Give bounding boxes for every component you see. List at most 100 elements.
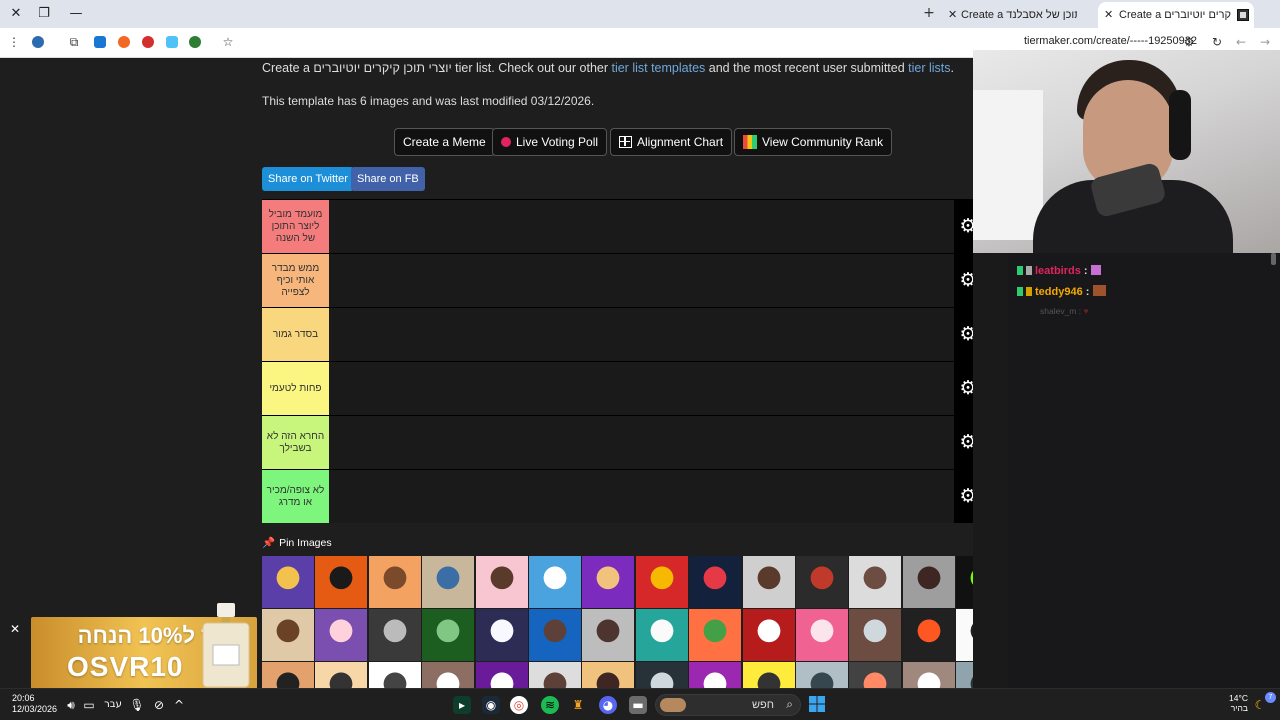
- tier-image-thumbnail[interactable]: [262, 556, 314, 608]
- tier-image-thumbnail[interactable]: [368, 662, 421, 688]
- tier-image-thumbnail[interactable]: [315, 609, 368, 661]
- steam-icon[interactable]: ◉: [482, 696, 500, 714]
- chat-scrollbar[interactable]: [1271, 253, 1276, 265]
- tier-label[interactable]: ממש מבדר אותי וכיף לצפייה: [262, 254, 329, 307]
- tier-image-thumbnail[interactable]: [635, 556, 688, 608]
- tier-image-thumbnail[interactable]: [902, 662, 955, 688]
- live-voting-poll-button[interactable]: Live Voting Poll: [492, 128, 608, 156]
- menu-kebab-icon[interactable]: ⋮: [6, 34, 22, 50]
- discord-icon[interactable]: ◕: [599, 696, 617, 714]
- address-bar[interactable]: tiermaker.com/create/-----19250932: [1024, 35, 1197, 47]
- extension-orange-icon[interactable]: [118, 36, 130, 48]
- tab-close-icon[interactable]: ✕: [1104, 2, 1113, 28]
- chat-username[interactable]: teddy946: [1035, 286, 1083, 298]
- tier-image-thumbnail[interactable]: [422, 609, 475, 661]
- tier-image-thumbnail[interactable]: [689, 609, 742, 661]
- tier-image-thumbnail[interactable]: [582, 662, 635, 688]
- tier-image-thumbnail[interactable]: [635, 609, 688, 661]
- tier-image-thumbnail[interactable]: [689, 556, 742, 608]
- forward-icon[interactable]: ←: [1233, 34, 1249, 50]
- tier-image-thumbnail[interactable]: [956, 662, 973, 688]
- clock[interactable]: 20:06 12/03/2026: [12, 693, 57, 715]
- tier-label[interactable]: בסדר גמור: [262, 308, 329, 361]
- minimize-window-icon[interactable]: —: [66, 4, 86, 24]
- tier-label[interactable]: מועמד מוביל ליוצר התוכן של השנה: [262, 200, 329, 253]
- ad-close-icon[interactable]: ✕: [8, 622, 22, 636]
- tier-image-thumbnail[interactable]: [582, 556, 635, 608]
- gear-icon[interactable]: ⚙: [958, 432, 973, 452]
- profile-avatar-icon[interactable]: [32, 36, 44, 48]
- tier-image-thumbnail[interactable]: [902, 556, 955, 608]
- weather-widget[interactable]: 14°C בהיר: [1228, 693, 1248, 713]
- tier-image-thumbnail[interactable]: [262, 662, 314, 688]
- tier-image-thumbnail[interactable]: [689, 662, 742, 688]
- windows-start-icon[interactable]: [808, 696, 826, 714]
- tier-image-thumbnail[interactable]: [956, 609, 973, 661]
- tier-image-thumbnail[interactable]: [422, 662, 475, 688]
- taskbar-search[interactable]: חפש ⌕: [655, 694, 801, 716]
- extension-blue-icon[interactable]: [94, 36, 106, 48]
- extensions-icon[interactable]: ⧉: [66, 34, 82, 50]
- share-twitter-button[interactable]: Share on Twitter: [262, 167, 354, 191]
- extension-red-icon[interactable]: [142, 36, 154, 48]
- notification-badge[interactable]: 7: [1265, 692, 1276, 703]
- tier-row[interactable]: לא צופה/מכיר או מדרג ⚙⌃⌄: [262, 469, 973, 523]
- close-window-icon[interactable]: ✕: [6, 4, 26, 24]
- tier-image-thumbnail[interactable]: [529, 556, 581, 608]
- tier-row[interactable]: ממש מבדר אותי וכיף לצפייה ⚙⌃⌄: [262, 253, 973, 307]
- chrome-icon[interactable]: ◎: [510, 696, 528, 714]
- tier-label[interactable]: לא צופה/מכיר או מדרג: [262, 470, 329, 523]
- tier-image-thumbnail[interactable]: [475, 556, 528, 608]
- back-icon[interactable]: →: [1257, 34, 1273, 50]
- tier-image-thumbnail[interactable]: [262, 609, 314, 661]
- gear-icon[interactable]: ⚙: [958, 216, 973, 236]
- app-pin-icon[interactable]: ♜: [569, 696, 587, 714]
- reload-icon[interactable]: ↻: [1209, 34, 1225, 50]
- tier-row[interactable]: פחות לטעמי ⚙⌃⌄: [262, 361, 973, 415]
- tier-image-thumbnail[interactable]: [368, 556, 421, 608]
- tier-image-thumbnail[interactable]: [796, 662, 848, 688]
- tier-image-thumbnail[interactable]: [849, 662, 902, 688]
- tier-image-thumbnail[interactable]: [742, 662, 795, 688]
- tier-image-thumbnail[interactable]: [902, 609, 955, 661]
- extension-cyan-icon[interactable]: [166, 36, 178, 48]
- share-facebook-button[interactable]: Share on FB: [351, 167, 425, 191]
- gear-icon[interactable]: ⚙: [958, 324, 973, 344]
- tab-close-icon[interactable]: ✕: [948, 2, 957, 28]
- tier-image-thumbnail[interactable]: [368, 609, 421, 661]
- extension-green-icon[interactable]: [189, 36, 201, 48]
- tier-label[interactable]: החרא הזה לא בשבילך: [262, 416, 329, 469]
- network-off-icon[interactable]: ⊘: [150, 696, 168, 714]
- tier-row[interactable]: מועמד מוביל ליוצר התוכן של השנה ⚙⌃⌄: [262, 199, 973, 253]
- tier-list-templates-link[interactable]: tier list templates: [611, 61, 705, 75]
- language-indicator[interactable]: עבר: [102, 696, 124, 714]
- file-explorer-icon[interactable]: ▬: [629, 696, 647, 714]
- screen-icon[interactable]: ▭: [80, 696, 98, 714]
- new-tab-icon[interactable]: +: [920, 4, 938, 22]
- chat-username[interactable]: shalev_m: [1040, 306, 1076, 316]
- view-community-rank-button[interactable]: View Community Rank: [734, 128, 893, 156]
- tier-lists-link[interactable]: tier lists: [908, 61, 950, 75]
- volume-icon[interactable]: 🔊︎: [62, 696, 80, 714]
- tier-label[interactable]: פחות לטעמי: [262, 362, 329, 415]
- site-settings-icon[interactable]: ⚙: [1181, 34, 1197, 50]
- tray-chevron-icon[interactable]: ^: [170, 696, 188, 714]
- gear-icon[interactable]: ⚙: [958, 486, 973, 506]
- tier-image-thumbnail[interactable]: [849, 556, 902, 608]
- bookmark-star-icon[interactable]: ☆: [220, 34, 236, 50]
- app-terminal-icon[interactable]: ▸: [453, 696, 471, 714]
- tier-image-thumbnail[interactable]: [956, 556, 973, 608]
- alignment-chart-button[interactable]: Alignment Chart: [610, 128, 733, 156]
- tier-image-thumbnail[interactable]: [635, 662, 688, 688]
- tier-image-thumbnail[interactable]: [475, 609, 528, 661]
- gear-icon[interactable]: ⚙: [958, 378, 973, 398]
- create-meme-button[interactable]: Create a Meme: [394, 128, 495, 156]
- tier-image-thumbnail[interactable]: [742, 556, 795, 608]
- tier-image-thumbnail[interactable]: [742, 609, 795, 661]
- tier-image-thumbnail[interactable]: [422, 556, 475, 608]
- tier-image-thumbnail[interactable]: [475, 662, 528, 688]
- tier-image-thumbnail[interactable]: [529, 609, 581, 661]
- microphone-icon[interactable]: 🎙︎: [128, 696, 146, 714]
- chat-username[interactable]: leatbirds: [1035, 265, 1081, 277]
- spotify-icon[interactable]: ≋: [541, 696, 559, 714]
